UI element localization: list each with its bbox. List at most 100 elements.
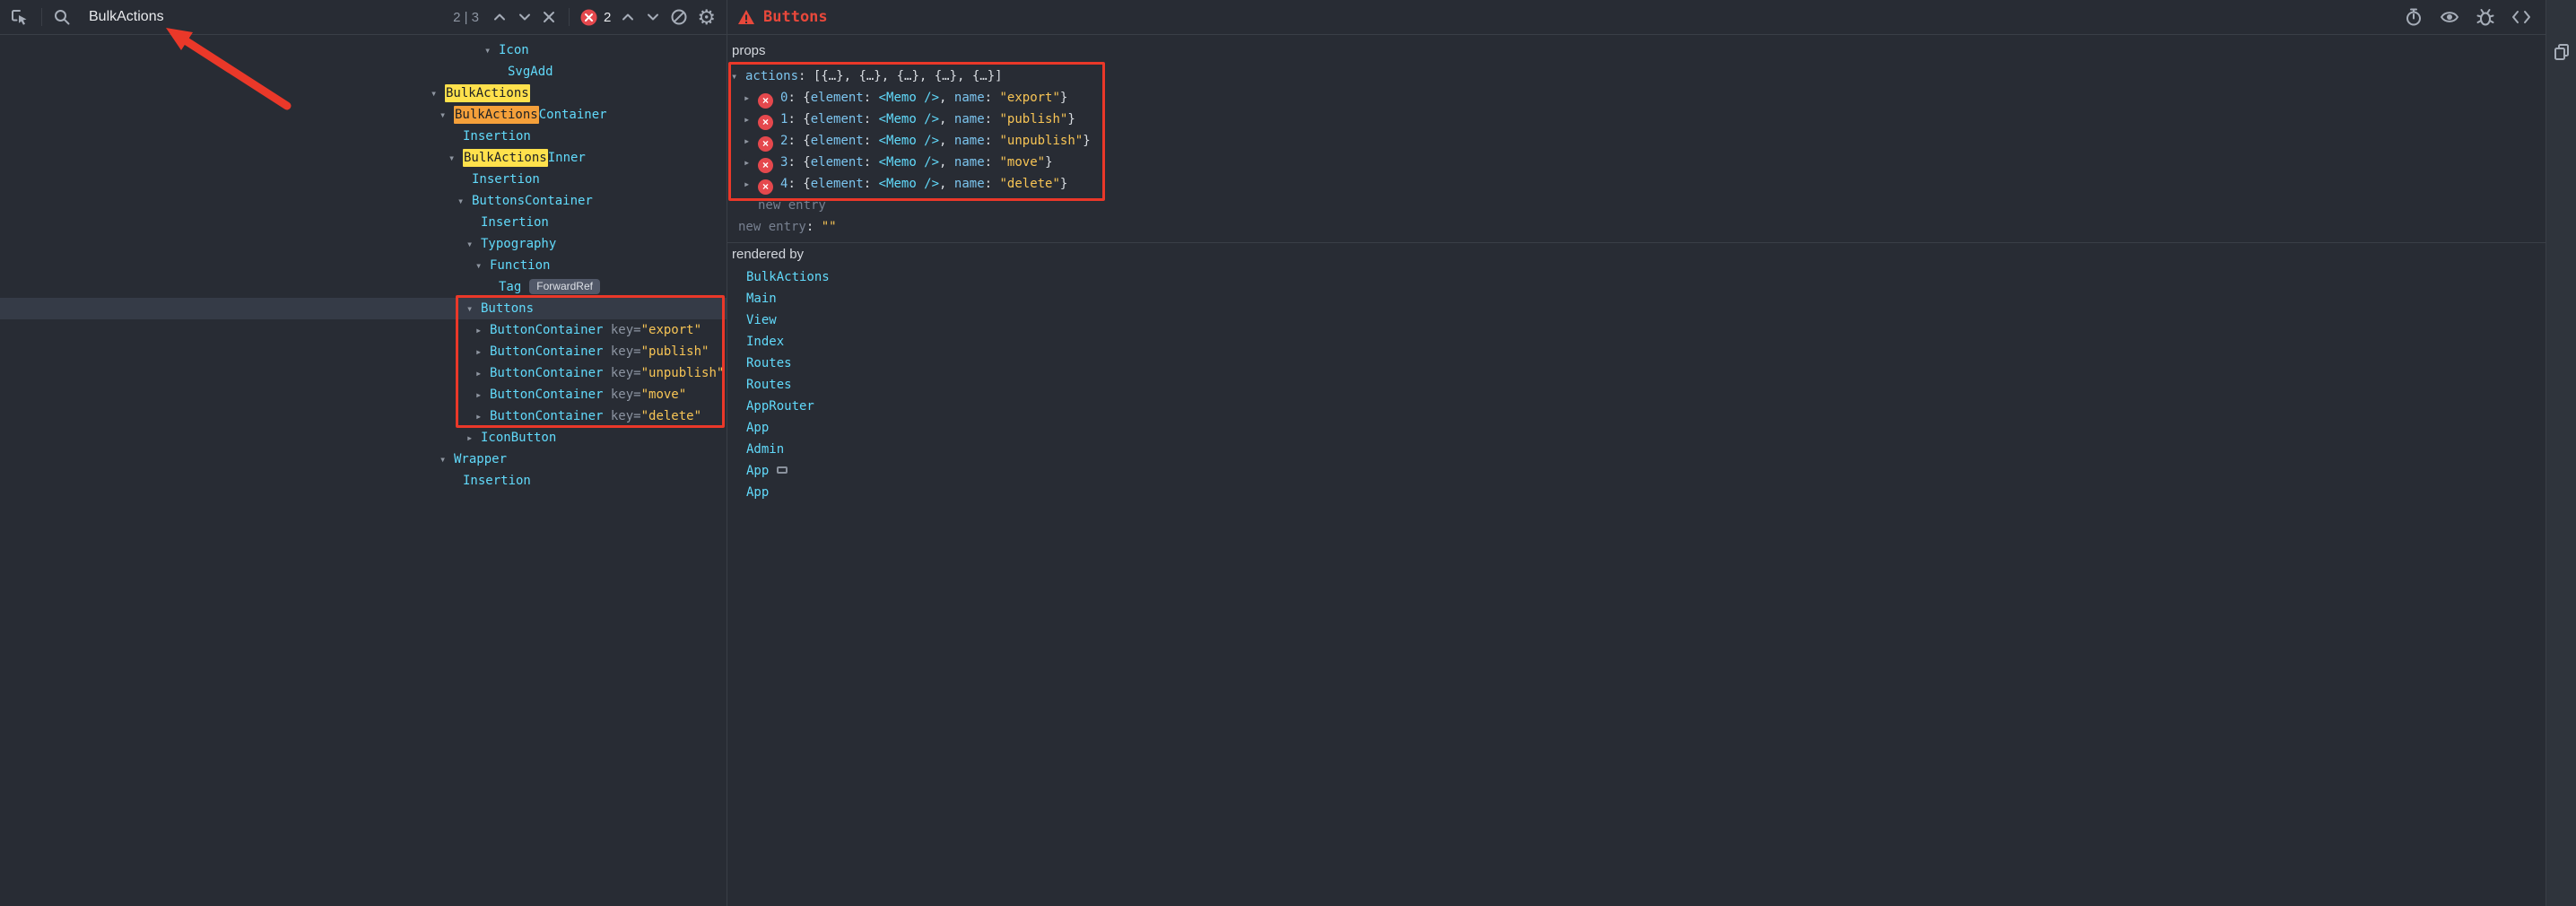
rendered-by-item-admin[interactable]: Admin	[727, 439, 2546, 460]
key-attribute-name: key=	[603, 323, 640, 337]
rendered-by-item-view[interactable]: View	[727, 309, 2546, 331]
tree-node-buttoncontainer[interactable]: ▸ButtonContainer key="move"	[0, 384, 727, 405]
expand-arrow-closed-icon[interactable]: ▸	[466, 427, 481, 449]
expand-arrow-open-icon[interactable]: ▾	[484, 39, 499, 61]
expand-arrow-open-icon[interactable]: ▾	[439, 449, 454, 470]
expand-arrow-open-icon[interactable]: ▾	[466, 298, 481, 319]
delete-entry-button[interactable]: ×	[758, 136, 773, 152]
string-value[interactable]: "unpublish"	[999, 134, 1083, 148]
string-value[interactable]: "delete"	[999, 177, 1059, 191]
tree-node-buttonscontainer[interactable]: ▾ButtonsContainer	[0, 190, 727, 212]
rendered-by-item-index[interactable]: Index	[727, 331, 2546, 353]
tree-node-typography[interactable]: ▾Typography	[0, 233, 727, 255]
expand-arrow-closed-icon[interactable]: ▸	[475, 362, 490, 384]
view-source-code-icon[interactable]	[2511, 7, 2531, 27]
next-error-button[interactable]	[645, 9, 661, 25]
tree-node-buttons[interactable]: ▾Buttons	[0, 298, 727, 319]
rendered-by-item-bulkactions[interactable]: BulkActions	[727, 266, 2546, 288]
expand-arrow-closed-icon[interactable]: ▸	[475, 405, 490, 427]
rendered-by-item-routes[interactable]: Routes	[727, 374, 2546, 396]
tree-node-buttoncontainer[interactable]: ▸ButtonContainer key="export"	[0, 319, 727, 341]
component-name: Insertion	[463, 474, 531, 488]
new-entry-label[interactable]: new entry	[758, 198, 826, 213]
clear-errors-button[interactable]	[670, 8, 688, 26]
props-array-item-3[interactable]: ▸×3: {element: <Memo />, name: "move"}	[727, 152, 2546, 173]
tree-node-icon[interactable]: ▾Icon	[0, 39, 727, 61]
expand-arrow-open-icon[interactable]: ▾	[439, 104, 454, 126]
tree-node-bulkactions[interactable]: ▾BulkActions	[0, 83, 727, 104]
new-entry-label[interactable]: new entry	[738, 220, 806, 234]
delete-entry-button[interactable]: ×	[758, 115, 773, 130]
tree-node-wrapper[interactable]: ▾Wrapper	[0, 449, 727, 470]
expand-arrow-closed-icon[interactable]: ▸	[744, 152, 758, 173]
rendered-by-item-app[interactable]: App	[727, 482, 2546, 503]
prop-colon: :	[985, 177, 1000, 191]
component-name: ButtonContainer	[490, 366, 603, 380]
tree-node-insertion[interactable]: Insertion	[0, 470, 727, 492]
expand-arrow-open-icon[interactable]: ▾	[448, 147, 463, 169]
log-component-bug-icon[interactable]	[2476, 7, 2495, 27]
expand-arrow-open-icon[interactable]: ▾	[731, 65, 745, 87]
owner-name: App	[746, 485, 769, 500]
expand-arrow-closed-icon[interactable]: ▸	[744, 87, 758, 109]
element-value: <Memo />	[879, 155, 939, 170]
props-array-item-0[interactable]: ▸×0: {element: <Memo />, name: "export"}	[727, 87, 2546, 109]
expand-arrow-open-icon[interactable]: ▾	[457, 190, 472, 212]
rendered-by-item-app[interactable]: App	[727, 417, 2546, 439]
tree-node-bulkactionscontainer[interactable]: ▾BulkActionsContainer	[0, 104, 727, 126]
clear-search-button[interactable]	[542, 10, 556, 24]
delete-entry-button[interactable]: ×	[758, 158, 773, 173]
rendered-by-item-routes[interactable]: Routes	[727, 353, 2546, 374]
owner-name: Routes	[746, 356, 792, 370]
tree-node-function[interactable]: ▾Function	[0, 255, 727, 276]
props-array-item-4[interactable]: ▸×4: {element: <Memo />, name: "delete"}	[727, 173, 2546, 195]
new-entry-array-field[interactable]: new entry	[727, 195, 2546, 216]
tree-node-insertion[interactable]: Insertion	[0, 126, 727, 147]
previous-error-button[interactable]	[620, 9, 636, 25]
rendered-by-item-app[interactable]: App	[727, 460, 2546, 482]
tree-node-buttoncontainer[interactable]: ▸ButtonContainer key="publish"	[0, 341, 727, 362]
prop-brace: }	[1083, 134, 1090, 148]
object-key-element: element	[811, 134, 864, 148]
expand-arrow-closed-icon[interactable]: ▸	[744, 130, 758, 152]
delete-entry-button[interactable]: ×	[758, 179, 773, 195]
tree-node-tag[interactable]: TagForwardRef	[0, 276, 727, 298]
props-array-item-1[interactable]: ▸×1: {element: <Memo />, name: "publish"…	[727, 109, 2546, 130]
settings-gear-icon[interactable]: ⚙	[697, 7, 716, 28]
rendered-by-item-approuter[interactable]: AppRouter	[727, 396, 2546, 417]
expand-arrow-open-icon[interactable]: ▾	[431, 83, 445, 104]
expand-arrow-open-icon[interactable]: ▾	[475, 255, 490, 276]
suspense-toggle-icon[interactable]	[2404, 7, 2424, 27]
expand-arrow-open-icon[interactable]: ▾	[466, 233, 481, 255]
props-item-actions[interactable]: ▾actions: [{…}, {…}, {…}, {…}, {…}]	[727, 65, 2546, 87]
key-attribute-name: key=	[603, 366, 640, 380]
tree-node-insertion[interactable]: Insertion	[0, 169, 727, 190]
expand-arrow-closed-icon[interactable]: ▸	[744, 109, 758, 130]
new-entry-root-field[interactable]: new entry: ""	[727, 216, 2546, 238]
expand-arrow-closed-icon[interactable]: ▸	[475, 319, 490, 341]
props-array-item-2[interactable]: ▸×2: {element: <Memo />, name: "unpublis…	[727, 130, 2546, 152]
delete-entry-button[interactable]: ×	[758, 93, 773, 109]
tree-node-bulkactionsinner[interactable]: ▾BulkActionsInner	[0, 147, 727, 169]
copy-to-clipboard-icon[interactable]	[2553, 43, 2571, 61]
previous-result-button[interactable]	[492, 9, 508, 25]
component-name: IconButton	[481, 431, 556, 445]
expand-arrow-closed-icon[interactable]: ▸	[475, 384, 490, 405]
string-value[interactable]: "publish"	[999, 112, 1067, 126]
inspect-element-button[interactable]	[9, 7, 29, 27]
tree-node-iconbutton[interactable]: ▸IconButton	[0, 427, 727, 449]
rendered-by-item-main[interactable]: Main	[727, 288, 2546, 309]
tree-node-insertion[interactable]: Insertion	[0, 212, 727, 233]
next-result-button[interactable]	[517, 9, 533, 25]
tree-node-buttoncontainer[interactable]: ▸ButtonContainer key="delete"	[0, 405, 727, 427]
prop-colon: :	[798, 69, 814, 83]
string-value[interactable]: "move"	[999, 155, 1045, 170]
inspect-dom-eye-icon[interactable]	[2440, 7, 2459, 27]
new-entry-value[interactable]: ""	[822, 220, 837, 234]
string-value[interactable]: "export"	[999, 91, 1059, 105]
expand-arrow-closed-icon[interactable]: ▸	[475, 341, 490, 362]
expand-arrow-closed-icon[interactable]: ▸	[744, 173, 758, 195]
tree-node-buttoncontainer[interactable]: ▸ButtonContainer key="unpublish"	[0, 362, 727, 384]
tree-node-svgadd[interactable]: SvgAdd	[0, 61, 727, 83]
search-input[interactable]	[87, 8, 419, 26]
